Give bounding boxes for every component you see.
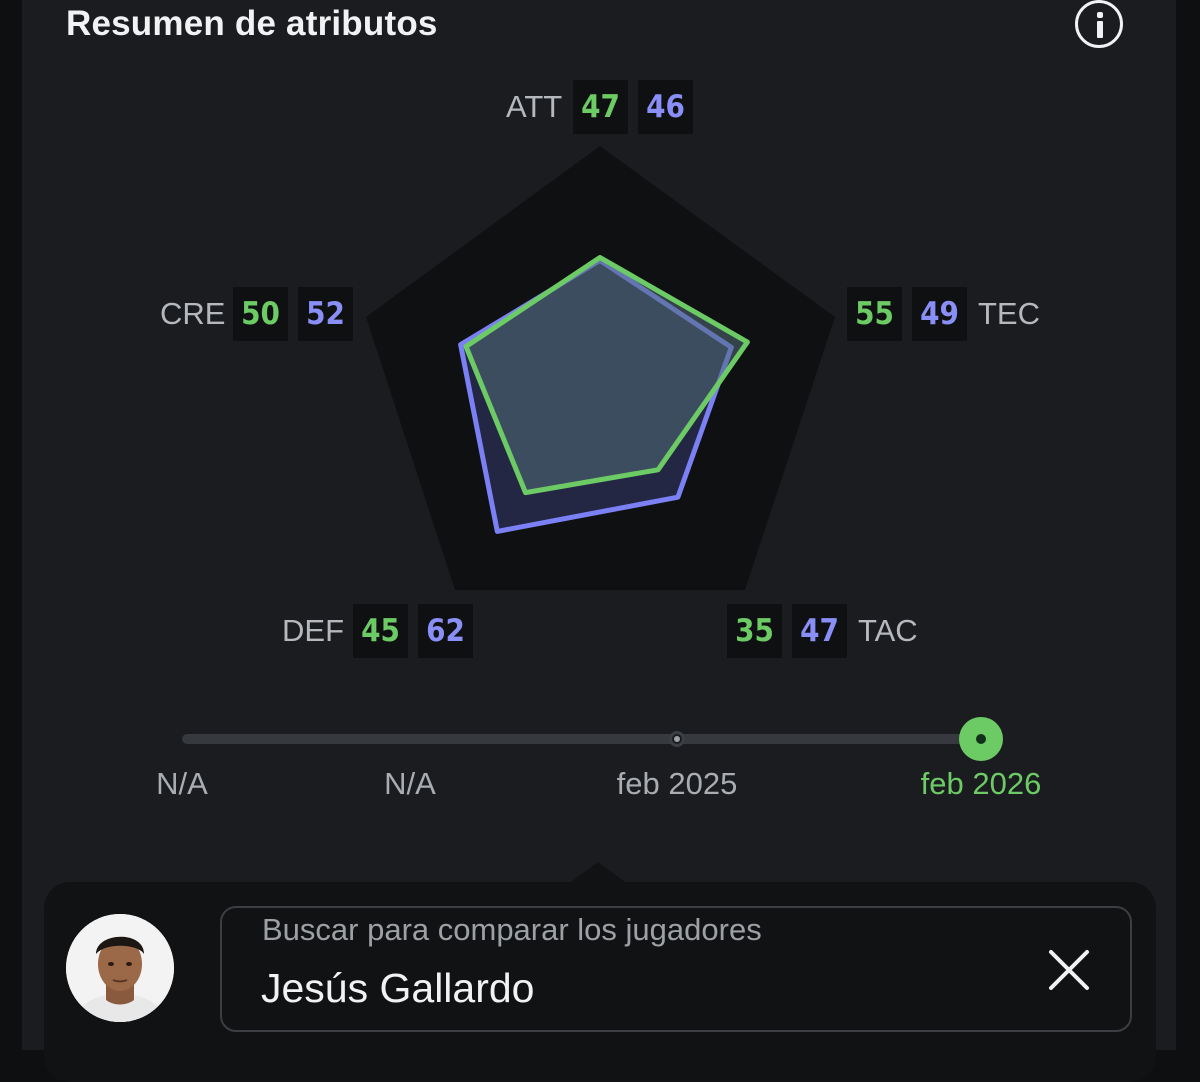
attr-label-cre: CRE (160, 296, 226, 331)
attr-value-def-blue: 62 (418, 604, 473, 658)
attr-value-tac-green: 35 (727, 604, 782, 658)
attr-label-att: ATT (506, 89, 563, 124)
timeline-label-1[interactable]: N/A (156, 766, 208, 802)
compare-panel-pointer (568, 862, 628, 884)
attr-label-def: DEF (282, 613, 344, 648)
attr-value-def-green: 45 (353, 604, 408, 658)
attr-value-cre-green: 50 (233, 287, 288, 341)
player-avatar (66, 914, 174, 1022)
attr-label-tac: TAC (858, 613, 918, 648)
attr-value-tac-blue: 47 (792, 604, 847, 658)
timeline-slider-track[interactable] (182, 734, 982, 744)
timeline-label-4[interactable]: feb 2026 (921, 766, 1042, 802)
attr-value-cre-blue: 52 (298, 287, 353, 341)
timeline-label-3[interactable]: feb 2025 (617, 766, 738, 802)
search-field-value[interactable]: Jesús Gallardo (261, 965, 534, 1012)
timeline-slider-handle[interactable] (959, 717, 1003, 761)
close-icon[interactable] (1046, 948, 1092, 992)
timeline-label-2[interactable]: N/A (384, 766, 436, 802)
attr-label-tec: TEC (978, 296, 1040, 331)
attr-value-tec-blue: 49 (912, 287, 967, 341)
timeline-marker-feb-2025[interactable] (669, 731, 685, 747)
attr-value-tec-green: 55 (847, 287, 902, 341)
attr-value-att-green: 47 (573, 80, 628, 134)
attr-value-att-blue: 46 (638, 80, 693, 134)
search-field-label: Buscar para comparar los jugadores (262, 912, 762, 947)
